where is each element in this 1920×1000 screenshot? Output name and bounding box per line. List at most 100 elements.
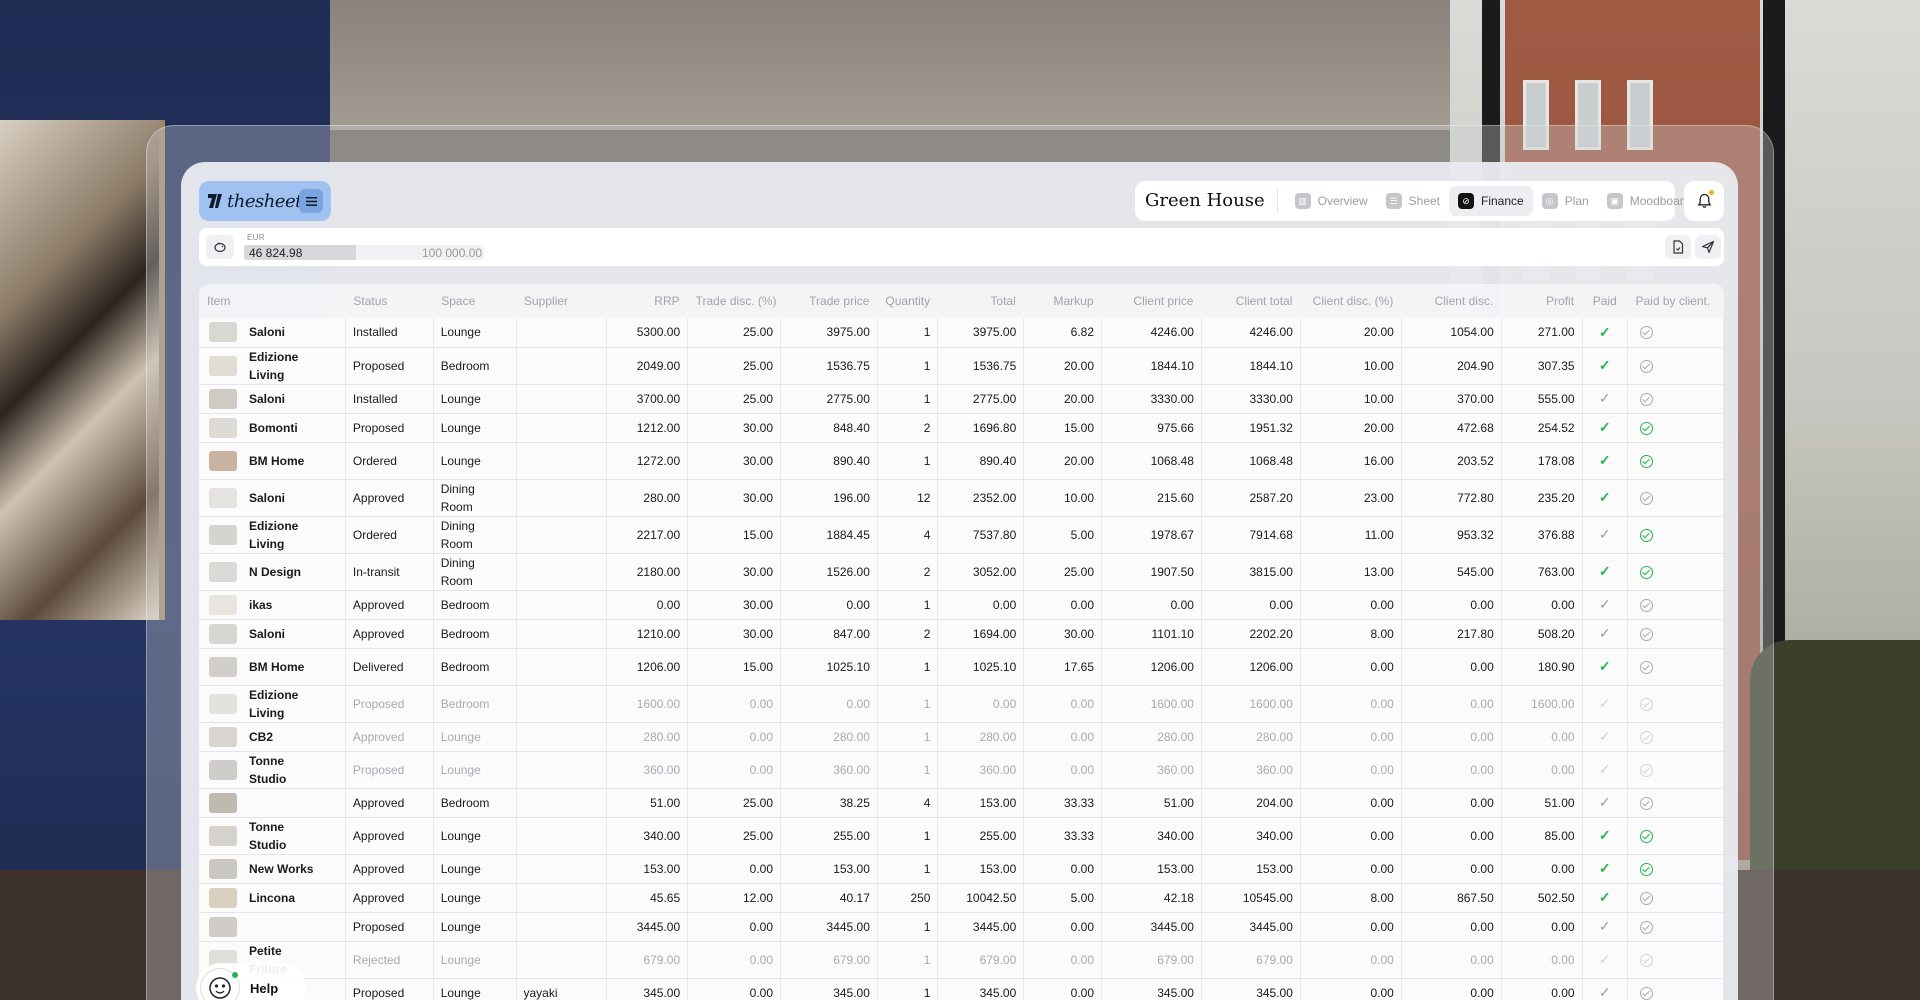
cell-supplier[interactable] bbox=[516, 685, 608, 723]
cell-trade-price[interactable]: 3975.00 bbox=[780, 318, 878, 348]
cell-rrp[interactable]: 1210.00 bbox=[606, 619, 689, 649]
cell-rrp[interactable]: 45.65 bbox=[606, 883, 689, 913]
paid-check-icon[interactable]: ✓ bbox=[1599, 390, 1611, 406]
col-header-client-price[interactable]: Client price bbox=[1102, 284, 1202, 318]
cell-markup[interactable]: 6.82 bbox=[1023, 318, 1103, 348]
paid-by-client-check-icon[interactable] bbox=[1639, 565, 1653, 579]
cell-client-disc[interactable]: 0.00 bbox=[1401, 590, 1502, 620]
cell-client-disc[interactable]: 0.00 bbox=[1401, 648, 1502, 686]
cell-trade-disc[interactable]: 30.00 bbox=[687, 590, 781, 620]
col-header-paid-by-client[interactable]: Paid by client. bbox=[1627, 284, 1723, 318]
cell-markup[interactable]: 20.00 bbox=[1023, 347, 1103, 385]
cell-paid-by-client[interactable] bbox=[1627, 978, 1724, 1000]
paid-check-icon[interactable]: ✓ bbox=[1599, 761, 1611, 777]
paid-check-icon[interactable]: ✓ bbox=[1599, 951, 1611, 967]
paid-check-icon[interactable]: ✓ bbox=[1599, 419, 1611, 435]
cell-paid-by-client[interactable] bbox=[1627, 788, 1724, 818]
cell-trade-disc[interactable]: 30.00 bbox=[687, 553, 781, 591]
cell-paid[interactable]: ✓ bbox=[1582, 788, 1628, 818]
cell-item[interactable] bbox=[199, 788, 346, 818]
cell-trade-price[interactable]: 1884.45 bbox=[780, 516, 878, 554]
table-row[interactable]: Edizione Living Ordered Dining Room 2217.00… bbox=[199, 516, 1724, 554]
col-header-item[interactable]: Item bbox=[199, 284, 345, 318]
cell-space[interactable]: Lounge bbox=[433, 854, 517, 884]
tab-sheet[interactable]: ☰ Sheet bbox=[1377, 186, 1449, 216]
cell-paid[interactable]: ✓ bbox=[1582, 619, 1628, 649]
cell-client-disc-pct[interactable]: 20.00 bbox=[1300, 413, 1402, 443]
cell-item[interactable]: BM Home bbox=[199, 648, 346, 686]
cell-client-disc[interactable]: 867.50 bbox=[1401, 883, 1502, 913]
paid-by-client-check-icon[interactable] bbox=[1639, 891, 1653, 905]
cell-rrp[interactable]: 360.00 bbox=[606, 751, 689, 789]
col-header-trade-disc-pct[interactable]: Trade disc. (%) bbox=[688, 284, 781, 318]
cell-qty[interactable]: 1 bbox=[877, 384, 939, 414]
cell-profit[interactable]: 0.00 bbox=[1501, 751, 1583, 789]
cell-client-disc-pct[interactable]: 0.00 bbox=[1300, 788, 1402, 818]
paid-by-client-check-icon[interactable] bbox=[1639, 598, 1653, 612]
cell-rrp[interactable]: 51.00 bbox=[606, 788, 689, 818]
cell-total[interactable]: 2775.00 bbox=[937, 384, 1025, 414]
cell-client-disc-pct[interactable]: 13.00 bbox=[1300, 553, 1402, 591]
paid-check-icon[interactable]: ✓ bbox=[1599, 860, 1611, 876]
cell-trade-disc[interactable]: 0.00 bbox=[687, 685, 781, 723]
cell-client-disc[interactable]: 0.00 bbox=[1401, 817, 1502, 855]
cell-client-disc-pct[interactable]: 11.00 bbox=[1300, 516, 1402, 554]
cell-markup[interactable]: 5.00 bbox=[1023, 516, 1103, 554]
cell-total[interactable]: 1694.00 bbox=[937, 619, 1025, 649]
cell-trade-disc[interactable]: 30.00 bbox=[687, 442, 781, 480]
cell-status[interactable]: Approved bbox=[345, 817, 434, 855]
col-header-profit[interactable]: Profit bbox=[1501, 284, 1582, 318]
cell-trade-disc[interactable]: 15.00 bbox=[687, 516, 781, 554]
table-row[interactable]: BM Home Delivered Bedroom 1206.00 15.00 1025.… bbox=[199, 648, 1724, 686]
table-row[interactable]: Saloni Approved Bedroom 1210.00 30.00 847.00 2… bbox=[199, 619, 1724, 649]
cell-total[interactable]: 679.00 bbox=[937, 941, 1025, 979]
cell-total[interactable]: 345.00 bbox=[937, 978, 1025, 1000]
col-header-status[interactable]: Status bbox=[345, 284, 433, 318]
cell-paid-by-client[interactable] bbox=[1627, 817, 1724, 855]
cell-trade-price[interactable]: 345.00 bbox=[780, 978, 878, 1000]
cell-item[interactable] bbox=[199, 912, 346, 942]
cell-paid-by-client[interactable] bbox=[1627, 883, 1724, 913]
cell-client-total[interactable]: 345.00 bbox=[1201, 978, 1301, 1000]
cell-markup[interactable]: 20.00 bbox=[1023, 442, 1103, 480]
cell-trade-price[interactable]: 1526.00 bbox=[780, 553, 878, 591]
cell-trade-disc[interactable]: 0.00 bbox=[687, 722, 781, 752]
cell-client-disc-pct[interactable]: 0.00 bbox=[1300, 817, 1402, 855]
cell-paid[interactable]: ✓ bbox=[1582, 318, 1628, 348]
cell-status[interactable]: Ordered bbox=[345, 516, 434, 554]
table-row[interactable]: CB2 Approved Lounge 280.00 0.00 280.00 1 280.00… bbox=[199, 722, 1724, 752]
cell-status[interactable]: Approved bbox=[345, 788, 434, 818]
cell-profit[interactable]: 555.00 bbox=[1501, 384, 1583, 414]
cell-trade-disc[interactable]: 25.00 bbox=[687, 817, 781, 855]
cell-client-disc-pct[interactable]: 0.00 bbox=[1300, 722, 1402, 752]
table-row[interactable]: New Works Approved Lounge 153.00 0.00 153.00 1… bbox=[199, 854, 1724, 884]
cell-status[interactable]: Rejected bbox=[345, 941, 434, 979]
cell-supplier[interactable] bbox=[516, 788, 608, 818]
cell-item[interactable]: New Works bbox=[199, 854, 346, 884]
table-row[interactable]: BM Home Ordered Lounge 1272.00 30.00 890.40 1 8… bbox=[199, 442, 1724, 480]
cell-paid-by-client[interactable] bbox=[1627, 685, 1724, 723]
cell-trade-disc[interactable]: 25.00 bbox=[687, 788, 781, 818]
cell-paid-by-client[interactable] bbox=[1627, 442, 1724, 480]
cell-paid-by-client[interactable] bbox=[1627, 516, 1724, 554]
cell-total[interactable]: 1696.80 bbox=[937, 413, 1025, 443]
cell-client-price[interactable]: 345.00 bbox=[1101, 978, 1202, 1000]
paid-by-client-check-icon[interactable] bbox=[1639, 454, 1653, 468]
cell-status[interactable]: Proposed bbox=[345, 978, 434, 1000]
cell-trade-price[interactable]: 890.40 bbox=[780, 442, 878, 480]
paid-by-client-check-icon[interactable] bbox=[1639, 763, 1653, 777]
cell-qty[interactable]: 1 bbox=[877, 912, 939, 942]
cell-paid-by-client[interactable] bbox=[1627, 590, 1724, 620]
paid-by-client-check-icon[interactable] bbox=[1639, 796, 1653, 810]
cell-markup[interactable]: 15.00 bbox=[1023, 413, 1103, 443]
cell-status[interactable]: Approved bbox=[345, 619, 434, 649]
cell-paid-by-client[interactable] bbox=[1627, 384, 1724, 414]
cell-item[interactable]: Edizione Living bbox=[199, 516, 346, 554]
cell-paid[interactable]: ✓ bbox=[1582, 941, 1628, 979]
paid-by-client-check-icon[interactable] bbox=[1639, 730, 1653, 744]
cell-rrp[interactable]: 2049.00 bbox=[606, 347, 689, 385]
cell-qty[interactable]: 4 bbox=[877, 516, 939, 554]
cell-markup[interactable]: 30.00 bbox=[1023, 619, 1103, 649]
cell-status[interactable]: Installed bbox=[345, 318, 434, 348]
cell-qty[interactable]: 2 bbox=[877, 553, 939, 591]
